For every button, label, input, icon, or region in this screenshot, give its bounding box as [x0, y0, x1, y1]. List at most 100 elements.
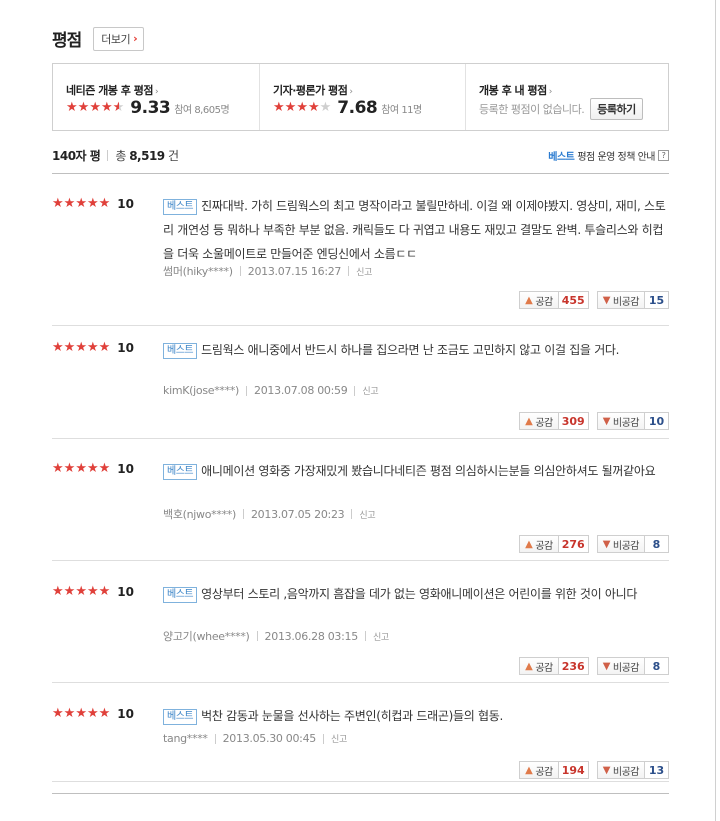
like-count: 309	[558, 412, 589, 430]
review-stars: ★ ★ ★ ★ ★	[52, 585, 110, 599]
report-link[interactable]: 신고	[331, 732, 347, 745]
caret-right-icon: ›	[154, 87, 159, 97]
like-button[interactable]: ▲ 공감	[519, 412, 559, 430]
star-icon: ★	[86, 706, 99, 721]
report-link[interactable]: 신고	[362, 384, 378, 397]
more-button[interactable]: 더보기 ›	[93, 26, 145, 51]
caret-right-icon: ›	[548, 87, 553, 97]
policy-link[interactable]: 베스트 평점 운영 정책 안내 ?	[548, 148, 669, 163]
total-unit: 건	[167, 149, 179, 163]
review-stars: ★ ★ ★ ★ ★	[52, 341, 110, 355]
report-link[interactable]: 신고	[356, 265, 372, 278]
review-text: 벅찬 감동과 눈물을 선사하는 주변인(히컵과 드래곤)들의 협동.	[201, 709, 503, 723]
star-icon: ★	[63, 340, 76, 355]
review-rating: ★ ★ ★ ★ ★ 10	[52, 461, 134, 477]
dislike-button[interactable]: ▼ 비공감	[596, 761, 645, 779]
more-label: 더보기	[101, 32, 131, 46]
star-icon: ★	[63, 196, 76, 211]
dislike-count: 10	[645, 412, 669, 430]
review-score: 10	[117, 462, 134, 476]
review-votes: ▲ 공감 194 ▼ 비공감 13	[519, 761, 669, 779]
like-label: 공감	[535, 417, 553, 429]
star-icon: ★	[98, 584, 111, 599]
dislike-count: 13	[645, 761, 669, 779]
review-author[interactable]: kimK(jose****)	[163, 384, 239, 397]
best-badge: 베스트	[163, 709, 198, 725]
review-body: 베스트 드림웍스 애니중에서 반드시 하나를 집으라면 난 조금도 고민하지 않고…	[163, 338, 669, 362]
thumbs-down-icon: ▼	[602, 660, 611, 672]
star-icon: ★	[86, 584, 99, 599]
divider	[364, 631, 366, 641]
thumbs-up-icon: ▲	[525, 764, 533, 776]
list-top-divider	[52, 173, 669, 174]
dislike-label: 비공감	[612, 296, 640, 308]
star-icon: ★	[63, 706, 76, 721]
star-icon: ★	[66, 100, 78, 115]
chevron-right-icon: ›	[133, 32, 138, 45]
divider	[354, 385, 356, 396]
review-meta: kimK(jose****) 2013.07.08 00:59 신고	[163, 384, 379, 397]
review-date: 2013.05.30 00:45	[222, 732, 317, 745]
star-icon: ★	[98, 706, 111, 721]
review-meta: 양고기(whee****) 2013.06.28 03:15 신고	[163, 628, 389, 644]
star-icon: ★	[307, 100, 320, 115]
star-icon: ★	[319, 100, 332, 115]
report-link[interactable]: 신고	[373, 630, 389, 643]
like-button[interactable]: ▲ 공감	[519, 291, 559, 309]
star-icon: ★	[296, 100, 308, 115]
critic-rating-label: 기자·평론가 평점	[273, 84, 348, 97]
best-badge: 베스트	[163, 199, 198, 215]
like-button[interactable]: ▲ 공감	[519, 657, 559, 675]
star-icon: ★	[75, 706, 87, 721]
like-label: 공감	[535, 662, 553, 674]
divider	[351, 509, 353, 519]
review-score: 10	[117, 197, 134, 211]
help-icon: ?	[658, 150, 669, 161]
review-rating: ★ ★ ★ ★ ★ 10	[52, 341, 134, 356]
divider	[323, 733, 324, 744]
dislike-button[interactable]: ▼ 비공감	[596, 291, 645, 309]
like-label: 공감	[535, 766, 553, 778]
like-button[interactable]: ▲ 공감	[519, 761, 559, 779]
register-rating-button[interactable]: 등록하기	[590, 98, 643, 120]
my-rating-label: 개봉 후 내 평점	[479, 84, 547, 97]
like-count: 455	[558, 291, 589, 309]
like-button[interactable]: ▲ 공감	[519, 535, 559, 553]
review-rating: ★ ★ ★ ★ ★ 10	[52, 196, 134, 212]
star-icon: ★	[52, 461, 64, 476]
review-type-label: 140자 평	[52, 149, 101, 163]
review-author[interactable]: 백호(njwo****)	[163, 506, 236, 522]
star-icon: ★	[100, 100, 113, 115]
star-icon: ★	[284, 100, 297, 115]
review-votes: ▲ 공감 236 ▼ 비공감 8	[519, 657, 669, 675]
review-date: 2013.07.08 00:59	[254, 384, 348, 397]
review-body: 베스트 영상부터 스토리 ,음악까지 흠잡을 데가 없는 영화애니메이션은 어린이…	[163, 582, 669, 606]
review-total: 총 8,519 건	[115, 147, 179, 164]
dislike-label: 비공감	[612, 540, 640, 552]
my-rating-link[interactable]: 개봉 후 내 평점 ›	[479, 82, 552, 98]
report-link[interactable]: 신고	[359, 508, 375, 521]
review-author[interactable]: 양고기(whee****)	[163, 628, 250, 644]
dislike-count: 8	[645, 657, 669, 675]
star-icon: ★	[98, 196, 111, 211]
dislike-button[interactable]: ▼ 비공감	[596, 412, 645, 430]
review-author[interactable]: tang****	[163, 732, 208, 745]
review-votes: ▲ 공감 276 ▼ 비공감 8	[519, 535, 669, 553]
star-icon: ★	[86, 461, 99, 476]
policy-label: 평점 운영 정책 안내	[577, 152, 655, 163]
critic-stars: ★ ★ ★ ★ ★	[273, 101, 331, 115]
netizen-stars: ★ ★ ★ ★ ★	[66, 101, 124, 115]
my-rating-box: 개봉 후 내 평점 › 등록한 평점이 없습니다. 등록하기	[465, 64, 668, 130]
review-stars: ★ ★ ★ ★ ★	[52, 707, 110, 721]
dislike-button[interactable]: ▼ 비공감	[596, 657, 645, 675]
critic-rating-link[interactable]: 기자·평론가 평점 ›	[273, 82, 353, 98]
star-icon: ★	[98, 340, 111, 355]
star-icon: ★	[75, 196, 87, 211]
dislike-button[interactable]: ▼ 비공감	[596, 535, 645, 553]
netizen-rating-link[interactable]: 네티즌 개봉 후 평점 ›	[66, 82, 159, 98]
my-rating-empty: 등록한 평점이 없습니다.	[479, 103, 585, 116]
star-icon: ★	[52, 196, 64, 211]
like-count: 236	[558, 657, 589, 675]
review-count-bar: 140자 평 총 8,519 건 베스트 평점 운영 정책 안내 ?	[52, 147, 669, 164]
review-author[interactable]: 썸머(hiky****)	[163, 263, 233, 279]
